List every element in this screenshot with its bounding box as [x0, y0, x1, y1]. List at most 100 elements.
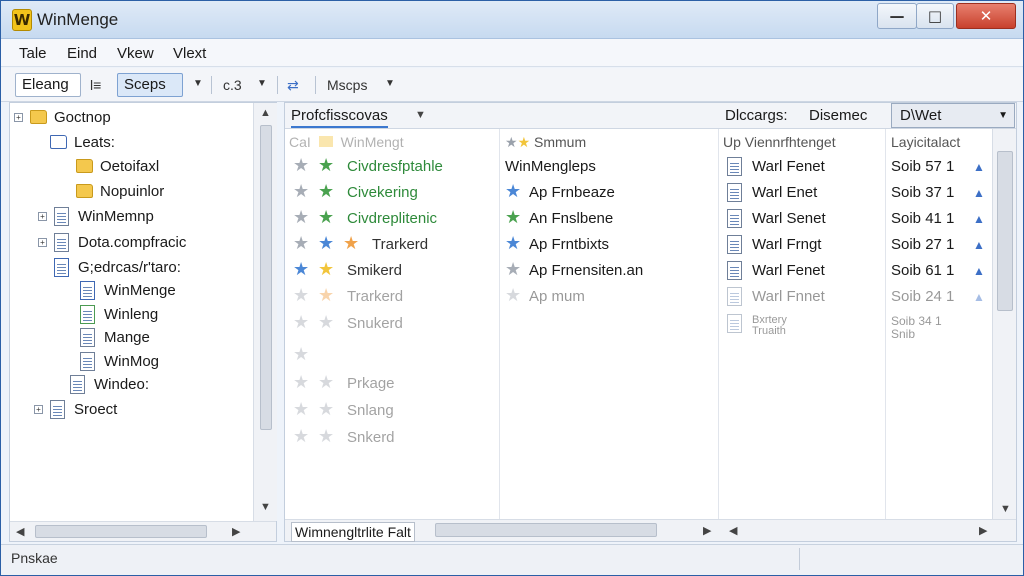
tab-dropdown-icon[interactable]: ▼: [415, 109, 426, 121]
star-icon: ★: [318, 426, 335, 446]
maximize-button[interactable]: □: [916, 3, 954, 29]
star-icon: ★: [343, 233, 360, 253]
tree-item[interactable]: + Dota.compfracic: [10, 232, 250, 254]
column-header-size[interactable]: Layicitalact: [891, 134, 960, 150]
toolbar-filter-box[interactable]: Eleang: [15, 73, 81, 97]
table-row[interactable]: ★: [285, 343, 992, 369]
tree-item[interactable]: Leats:: [10, 132, 250, 154]
tab-dismiss[interactable]: Disemec: [809, 107, 867, 124]
pane-hscroll-thumb[interactable]: [435, 523, 657, 537]
sort-up-icon[interactable]: ▲: [973, 238, 985, 252]
tree-hscroll-thumb[interactable]: [35, 525, 207, 538]
tree-item[interactable]: WinMog: [10, 351, 250, 373]
column-header-file[interactable]: Up Viennrfhtenget: [723, 134, 836, 150]
star-icon: ★: [293, 181, 310, 201]
pane-horizontal-scrollbar[interactable]: Wimnengltrlite Falt ▶ ◀ ▶: [285, 519, 1016, 542]
table-row[interactable]: ★ ★ Snkerd: [285, 425, 992, 451]
sort-up-icon[interactable]: ▲: [973, 212, 985, 226]
star-icon: ★: [293, 259, 310, 279]
table-row[interactable]: ★ ★ Snlang: [285, 398, 992, 424]
table-row[interactable]: ★ ★ Civekering ★ Ap Frnbeaze Warl Enet Soib 37…: [285, 180, 992, 206]
title-bar: W WinMenge — □ ✕: [1, 1, 1023, 39]
toolbar-compare-label[interactable]: c.3: [223, 77, 242, 93]
minimize-button[interactable]: —: [877, 3, 917, 29]
document-icon: [54, 258, 69, 277]
maps-dropdown-icon[interactable]: ▼: [385, 78, 395, 89]
scroll-down-icon[interactable]: ▼: [1000, 503, 1011, 515]
table-row[interactable]: ★ ★ Snukerd Bxrtery Truaith Soib 34 1 Snib: [285, 311, 992, 341]
pane-vertical-scrollbar[interactable]: ▼: [992, 129, 1016, 519]
row-size: Soib 41 1: [891, 210, 955, 227]
scroll-up-icon[interactable]: ▲: [260, 107, 271, 119]
column-header-name[interactable]: CaI WinMengt: [289, 134, 404, 150]
scroll-left-icon[interactable]: ◀: [16, 525, 24, 538]
tree-item[interactable]: + WinMemnp: [10, 206, 250, 228]
menu-next[interactable]: Vlext: [173, 45, 206, 62]
scroll-right-icon[interactable]: ▶: [979, 524, 987, 537]
menu-file[interactable]: Tale: [19, 45, 47, 62]
table-row[interactable]: ★ ★ Trarkerd ★ Ap mum Warl Fnnet Soib 24 1 ▲: [285, 284, 992, 310]
scroll-down-icon[interactable]: ▼: [260, 501, 271, 513]
table-row[interactable]: ★ ★ Smikerd ★ Ap Frnensiten.an Warl Fenet Soib…: [285, 258, 992, 284]
tree-vertical-scrollbar[interactable]: ▲ ▼: [253, 103, 277, 521]
table-row[interactable]: ★ ★ Civdresfptahle WinMengleps Warl Fenet Soi…: [285, 154, 992, 180]
column-label: WinMengt: [340, 134, 404, 150]
star-icon: ★: [293, 285, 310, 305]
column-header-summary[interactable]: ★★ Smmum: [505, 134, 586, 151]
tree-scroll-thumb[interactable]: [260, 125, 272, 430]
link-icon[interactable]: ⇄: [287, 77, 299, 94]
scope-dropdown-icon[interactable]: ▼: [193, 78, 203, 89]
menu-view[interactable]: Vkew: [117, 45, 154, 62]
column-label: Smmum: [534, 134, 587, 150]
star-icon: ★: [318, 207, 335, 227]
path-combo[interactable]: D\Wet ▼: [891, 103, 1015, 128]
expand-toggle-icon[interactable]: +: [34, 405, 43, 414]
expand-toggle-icon[interactable]: +: [38, 212, 47, 221]
close-button[interactable]: ✕: [956, 3, 1016, 29]
tree-item[interactable]: Mange: [10, 327, 250, 349]
scroll-right-icon[interactable]: ▶: [232, 525, 240, 538]
folder-icon: [318, 136, 333, 147]
menu-find[interactable]: Eind: [67, 45, 97, 62]
tree-item[interactable]: Nopuinlor: [10, 181, 250, 203]
star-icon: ★: [517, 134, 531, 150]
pane-scroll-thumb[interactable]: [997, 151, 1013, 311]
chevron-down-icon[interactable]: ▼: [998, 110, 1008, 121]
sort-up-icon[interactable]: ▲: [973, 264, 985, 278]
tree-item[interactable]: Winleng: [10, 304, 250, 326]
table-row[interactable]: ★ ★ Civdreplitenic ★ An Fnslbene Warl Senet So…: [285, 206, 992, 232]
tree-item-label: Oetoifaxl: [100, 158, 160, 175]
tree-horizontal-scrollbar[interactable]: ◀ ▶: [10, 521, 276, 541]
toolbar-scope-box[interactable]: Sceps: [117, 73, 183, 97]
star-icon: ★: [318, 399, 335, 419]
tree-item-label: Nopuinlor: [100, 183, 165, 200]
tree-item[interactable]: G;edrcas/r'taro:: [10, 257, 250, 279]
window-title: WinMenge: [37, 10, 119, 29]
star-icon: ★: [318, 312, 335, 332]
star-icon: ★: [293, 399, 310, 419]
sort-up-icon[interactable]: ▲: [973, 160, 985, 174]
sort-up-icon[interactable]: ▲: [973, 290, 985, 304]
scroll-right-icon[interactable]: ▶: [703, 524, 711, 537]
star-icon: ★: [505, 285, 522, 305]
scroll-left-icon[interactable]: ◀: [729, 524, 737, 537]
tree-item[interactable]: Oetoifaxl: [10, 156, 250, 178]
toolbar-list-icon[interactable]: l≡: [90, 77, 101, 93]
sort-up-icon[interactable]: ▲: [973, 186, 985, 200]
tree-item[interactable]: Windeo:: [10, 374, 250, 396]
tree-item-label: Mange: [104, 329, 150, 346]
expand-toggle-icon[interactable]: +: [14, 113, 23, 122]
table-row[interactable]: ★ ★ ★ Trarkerd ★ Ap Frntbixts Warl Frngt Soib 2…: [285, 232, 992, 258]
compare-dropdown-icon[interactable]: ▼: [257, 78, 267, 89]
tree-item[interactable]: + Goctnop: [10, 107, 250, 129]
tab-discards[interactable]: Dlccargs:: [725, 107, 788, 124]
expand-toggle-icon[interactable]: +: [38, 238, 47, 247]
table-row[interactable]: ★ ★ Prkage: [285, 371, 992, 397]
row-size: Soib 37 1: [891, 184, 955, 201]
toolbar: Eleang l≡ Sceps ▼ c.3 ▼ ⇄ Mscps ▼: [1, 68, 1023, 102]
tree-item[interactable]: WinMenge: [10, 280, 250, 302]
row-size: Soib 24 1: [891, 288, 955, 305]
toolbar-maps-label[interactable]: Mscps: [327, 77, 367, 93]
tree-item[interactable]: + Sroect: [10, 399, 250, 421]
tab-profiles[interactable]: Profcfisscovas: [291, 107, 388, 128]
